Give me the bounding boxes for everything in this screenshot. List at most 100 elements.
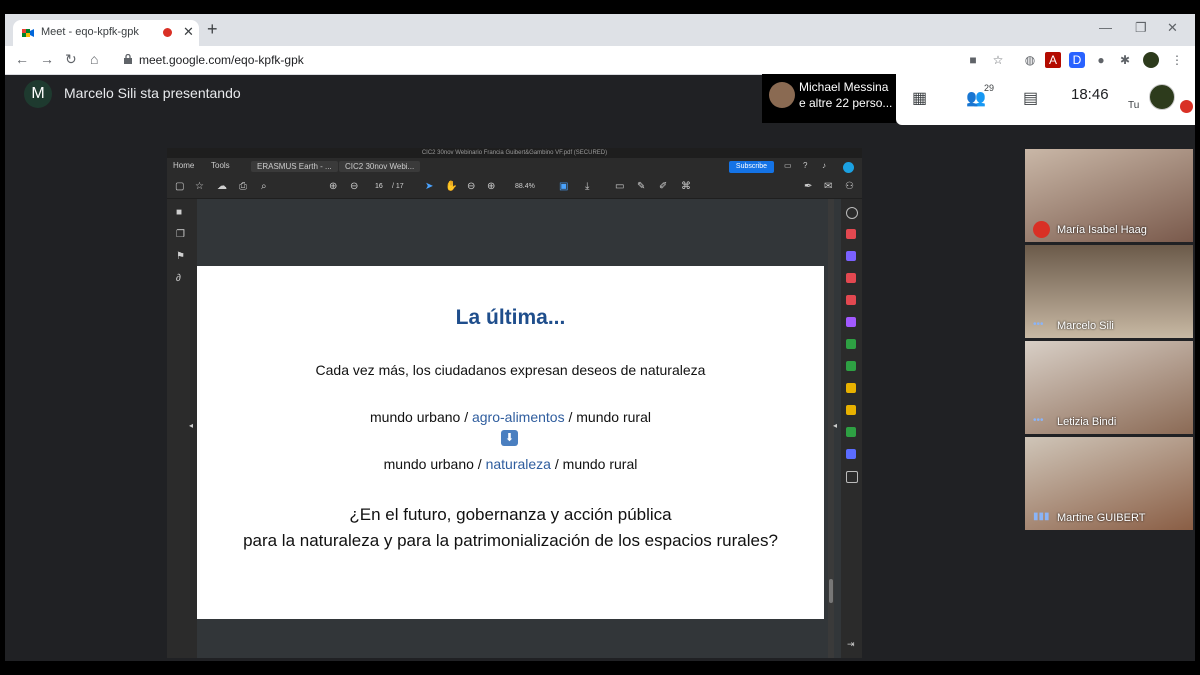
download-icon[interactable]: ⤓ [585,181,589,192]
self-label: Tu [1128,100,1140,111]
highlight-pen-icon[interactable]: ✎ [637,181,645,192]
home-icon[interactable]: ⌂ [90,51,98,67]
fill-sign-icon[interactable]: ⌘ [681,181,691,192]
acrobat-help-icon[interactable]: ? [803,161,807,170]
comment-icon[interactable]: ▭ [615,181,624,192]
scan-icon[interactable] [846,383,856,393]
bookmark-rail-icon[interactable]: ⚑ [176,251,185,262]
tile-layout-icon[interactable]: ▦ [912,88,927,108]
hand-icon[interactable]: ✋ [445,181,457,192]
print-icon[interactable]: ⎙ [239,181,247,192]
line2-post: / mundo rural [564,409,651,425]
meeting-clock: 18:46 [1071,86,1109,103]
share-user-icon[interactable]: ⚇ [845,181,854,192]
speaker-others: e altre 22 perso... [799,96,893,110]
zoom-search-icon[interactable]: ⌕ [261,181,267,192]
reload-icon[interactable]: ↻ [65,51,77,68]
shared-acrobat-window: CIC2 30nov Webinario Francia Guibert&Gam… [167,148,862,658]
acrobat-tab-home[interactable]: Home [173,161,194,170]
profile-avatar-icon[interactable] [1143,52,1159,68]
fill-sign-rail-icon[interactable] [846,317,856,327]
create-pdf-icon[interactable] [846,273,856,283]
acrobat-tab-cic2[interactable]: CIC2 30nov Webi... [339,161,421,172]
comment-rail-icon[interactable] [846,405,856,415]
tab-title: Meet - eqo-kpfk-gpk [41,26,139,38]
export-pdf-icon[interactable] [846,229,856,239]
people-icon[interactable]: 👥 [966,88,986,108]
page-view-icon[interactable]: ▣ [559,181,568,192]
new-tab-button[interactable]: + [207,19,218,40]
collapse-left-icon[interactable]: ◂ [189,421,193,430]
acrobat-extension-icon[interactable]: A [1045,52,1061,68]
print-production-icon[interactable] [846,427,856,437]
participant-tile[interactable]: ••• Letizia Bindi [1025,341,1193,434]
draw-icon[interactable]: ✐ [659,181,667,192]
acrobat-tab-tools[interactable]: Tools [211,161,230,170]
menu-kebab-icon[interactable]: ⋮ [1169,52,1185,68]
muted-mic-icon [1033,221,1050,238]
organize-icon[interactable] [846,339,856,349]
audio-dots-icon: ••• [1033,415,1044,426]
camera-icon[interactable]: ■ [965,52,981,68]
bookmark-star-icon[interactable]: ☆ [990,52,1006,68]
back-icon[interactable]: ← [15,51,29,67]
search-tool-icon[interactable] [846,207,858,219]
protect-icon[interactable] [846,449,856,459]
star-icon[interactable]: ☆ [195,181,204,192]
acrobat-bell-icon[interactable]: ♪ [822,161,826,170]
minimize-icon[interactable]: — [1099,20,1112,35]
acrobat-chat-icon[interactable]: ▭ [784,161,792,170]
page-up-icon[interactable]: ⊕ [329,181,337,192]
forward-icon[interactable]: → [40,51,54,67]
lock-rail-icon[interactable]: ■ [176,207,182,218]
close-window-icon[interactable]: ✕ [1167,20,1178,36]
browser-toolbar: ← → ↻ ⌂ meet.google.com/eqo-kpfk-gpk ■ ☆… [5,46,1195,75]
scroll-thumb[interactable] [829,579,833,603]
zoom-out-icon[interactable]: ⊖ [467,181,475,192]
compress-icon[interactable] [846,361,856,371]
sign-icon[interactable]: ✒ [804,181,812,192]
browser-tab[interactable]: Meet - eqo-kpfk-gpk ✕ [13,20,199,46]
extension-dots-icon[interactable]: ● [1093,52,1109,68]
pdf-page: La última... Cada vez más, los ciudadano… [197,266,824,619]
browser-tabstrip: Meet - eqo-kpfk-gpk ✕ + — ❐ ✕ [5,14,1195,46]
participant-name: Marcelo Sili [1057,320,1114,332]
page-down-icon[interactable]: ⊖ [350,181,358,192]
pages-rail-icon[interactable]: ❐ [176,229,185,240]
chat-icon[interactable]: ▤ [1023,88,1038,108]
acrobat-tab-erasmus[interactable]: ERASMUS Earth - ... [251,161,338,172]
participant-tile[interactable]: ▮▮▮ Martine GUIBERT [1025,437,1193,530]
extension-globe-icon[interactable]: ◍ [1022,52,1038,68]
address-bar[interactable]: meet.google.com/eqo-kpfk-gpk [117,49,997,71]
active-speaker-chip[interactable]: Michael Messina e altre 22 perso... [762,74,896,123]
upload-icon[interactable]: ☁ [217,181,227,192]
participant-name: Letizia Bindi [1057,416,1117,428]
extension-d-icon[interactable]: D [1069,52,1085,68]
line3-post: / mundo rural [550,456,638,472]
page-current[interactable]: 16 [375,183,383,190]
extensions-puzzle-icon[interactable]: ✱ [1117,52,1133,68]
lock-icon [124,54,132,64]
acrobat-account-icon[interactable] [843,162,854,173]
participant-name: Martine GUIBERT [1057,512,1146,524]
acrobat-right-rail: ◂ ⇥ [833,199,862,658]
zoom-in-icon[interactable]: ⊕ [487,181,495,192]
acrobat-left-rail: ■ ❐ ⚑ ∂ ◂ [167,199,197,658]
select-cursor-icon[interactable]: ➤ [425,181,433,192]
expand-panel-icon[interactable]: ⇥ [847,639,855,650]
create-icon[interactable]: ▢ [175,181,184,192]
restore-icon[interactable]: ❐ [1135,20,1147,36]
url-text: meet.google.com/eqo-kpfk-gpk [139,53,304,67]
attachment-rail-icon[interactable]: ∂ [176,273,181,284]
email-icon[interactable]: ✉ [824,181,832,192]
subscribe-button[interactable]: Subscribe [729,161,774,173]
acrobat-toolbar: ▢ ☆ ☁ ⎙ ⌕ ⊕ ⊖ 16 / 17 ➤ ✋ ⊖ ⊕ 88.4% ▣ ⤓ … [167,176,862,199]
close-tab-icon[interactable]: ✕ [183,24,194,40]
participant-tile[interactable]: ••• Marcelo Sili [1025,245,1193,338]
zoom-level[interactable]: 88.4% [515,183,535,190]
combine-icon[interactable] [846,295,856,305]
collapse-right-icon[interactable]: ◂ [833,421,837,430]
participant-tile[interactable]: María Isabel Haag [1025,149,1193,242]
edit-pdf-icon[interactable] [846,251,856,261]
more-tools-icon[interactable] [846,471,858,483]
